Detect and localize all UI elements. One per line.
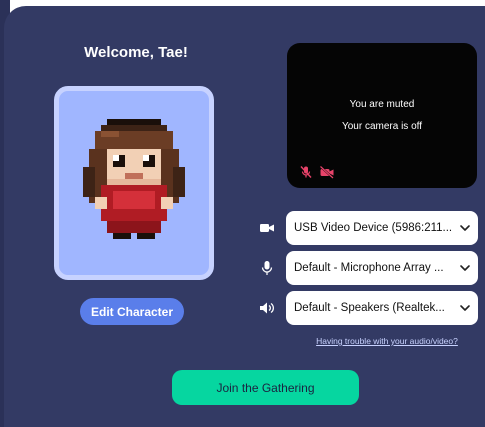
av-trouble-link[interactable]: Having trouble with your audio/video? bbox=[294, 336, 480, 346]
edit-character-button[interactable]: Edit Character bbox=[80, 298, 184, 325]
join-gathering-button[interactable]: Join the Gathering bbox=[172, 370, 359, 405]
welcome-title: Welcome, Tae! bbox=[84, 44, 188, 61]
camera-select-value: USB Video Device (5986:211... bbox=[294, 222, 453, 234]
speaker-select[interactable]: Default - Speakers (Realtek... bbox=[286, 291, 478, 325]
microphone-select[interactable]: Default - Microphone Array ... bbox=[286, 251, 478, 285]
speaker-icon bbox=[256, 297, 278, 319]
camera-select[interactable]: USB Video Device (5986:211... bbox=[286, 211, 478, 245]
video-preview: You are muted Your camera is off bbox=[287, 43, 477, 188]
preview-status-icons bbox=[299, 165, 335, 179]
chevron-down-icon bbox=[460, 265, 470, 271]
chevron-down-icon bbox=[460, 305, 470, 311]
speaker-select-value: Default - Speakers (Realtek... bbox=[294, 302, 445, 314]
video-camera-icon bbox=[256, 217, 278, 239]
microphone-icon bbox=[256, 257, 278, 279]
muted-status: You are muted bbox=[349, 99, 415, 110]
character-sprite bbox=[83, 119, 185, 239]
camera-status: Your camera is off bbox=[341, 121, 423, 132]
microphone-select-value: Default - Microphone Array ... bbox=[294, 262, 444, 274]
join-panel: Welcome, Tae! Edit Character You are mut… bbox=[4, 6, 485, 427]
avatar-preview bbox=[54, 86, 214, 280]
mic-off-icon[interactable] bbox=[299, 165, 313, 179]
chevron-down-icon bbox=[460, 225, 470, 231]
camera-off-icon[interactable] bbox=[319, 165, 335, 179]
